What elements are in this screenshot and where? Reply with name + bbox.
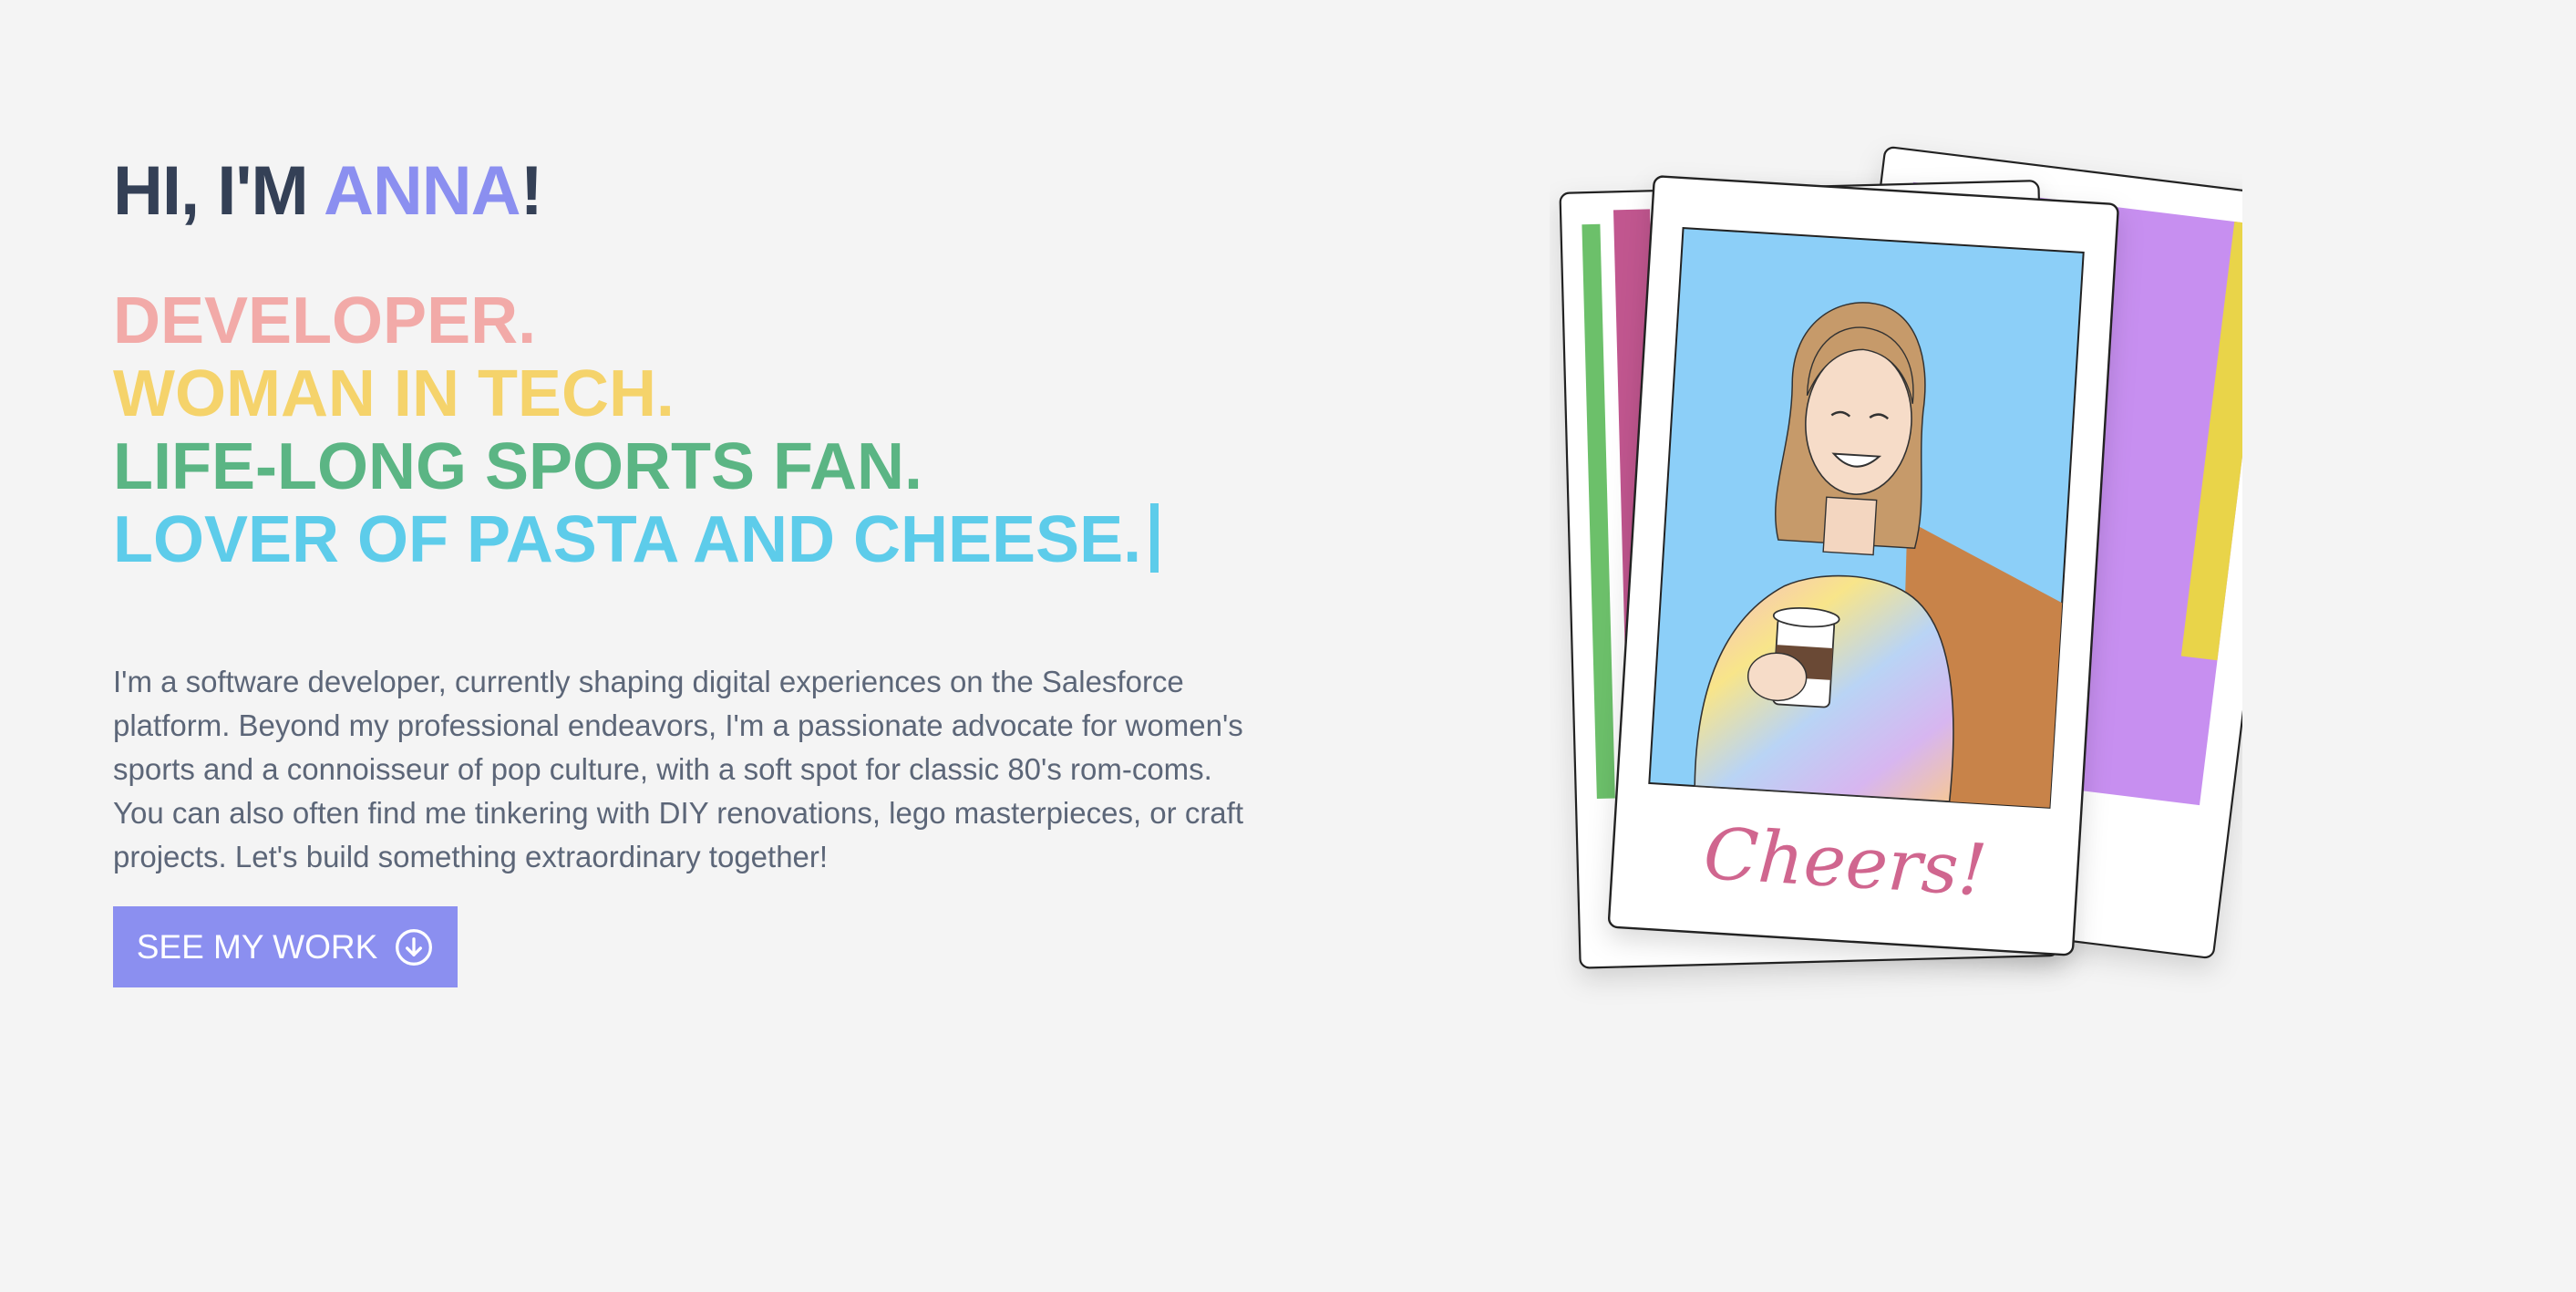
polaroid-caption: Cheers!	[1701, 813, 1989, 913]
page: HI, I'M ANNA! DEVELOPER. WOMAN IN TECH. …	[0, 0, 2576, 1292]
bio-paragraph: I'm a software developer, currently shap…	[113, 665, 1243, 873]
polaroid-front: Cheers!	[1607, 175, 2119, 956]
greeting-name: ANNA	[324, 152, 521, 230]
role-line: WOMAN IN TECH.	[113, 357, 675, 430]
role-line: DEVELOPER.	[113, 284, 537, 357]
typing-cursor	[1150, 503, 1159, 573]
greeting-heading: HI, I'M ANNA!	[113, 146, 1298, 237]
see-my-work-button[interactable]: SEE MY WORK	[113, 906, 458, 987]
greeting-suffix: !	[520, 152, 543, 230]
hero-intro: HI, I'M ANNA! DEVELOPER. WOMAN IN TECH. …	[113, 146, 1298, 909]
role-line: LOVER OF PASTA AND CHEESE.	[113, 503, 1142, 576]
see-my-work-label: SEE MY WORK	[136, 927, 378, 966]
greeting-prefix: HI, I'M	[113, 152, 325, 230]
arrow-down-circle-icon	[396, 928, 433, 966]
role-line-with-cursor: LOVER OF PASTA AND CHEESE.	[113, 503, 1298, 576]
role-list: DEVELOPER. WOMAN IN TECH. LIFE-LONG SPOR…	[113, 284, 1298, 576]
role-line: LIFE-LONG SPORTS FAN.	[113, 430, 923, 503]
polaroid-illustration: Cheers!	[1559, 146, 2242, 969]
